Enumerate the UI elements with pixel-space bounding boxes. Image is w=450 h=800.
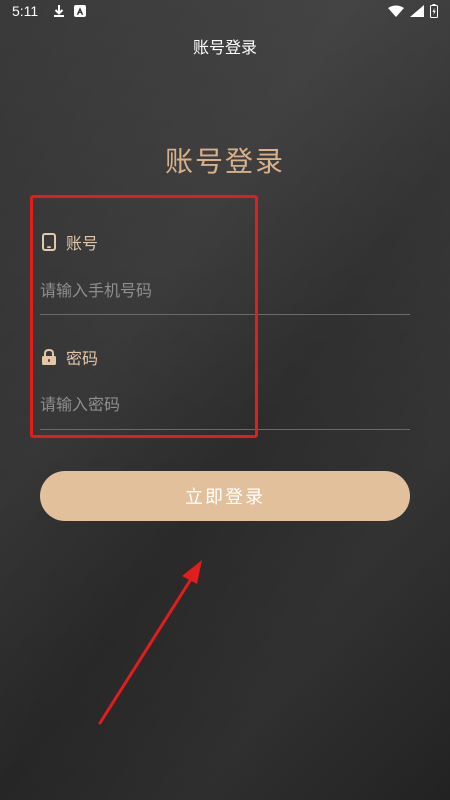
annotation-highlight-box <box>30 195 258 438</box>
signal-icon <box>410 5 424 21</box>
annotation-arrow-icon <box>98 560 202 725</box>
wifi-icon <box>388 5 404 21</box>
app-bar-title: 账号登录 <box>192 38 257 57</box>
download-icon <box>52 4 66 22</box>
status-right-icons <box>388 4 438 22</box>
a-badge-icon <box>74 5 86 21</box>
status-time: 5:11 <box>12 3 39 19</box>
battery-icon <box>430 4 438 22</box>
app-bar: 账号登录 <box>0 24 450 68</box>
status-bar: 5:11 <box>0 0 450 24</box>
login-button[interactable]: 立即登录 <box>40 471 410 521</box>
login-title: 账号登录 <box>164 145 285 178</box>
status-left-icons <box>52 4 86 22</box>
